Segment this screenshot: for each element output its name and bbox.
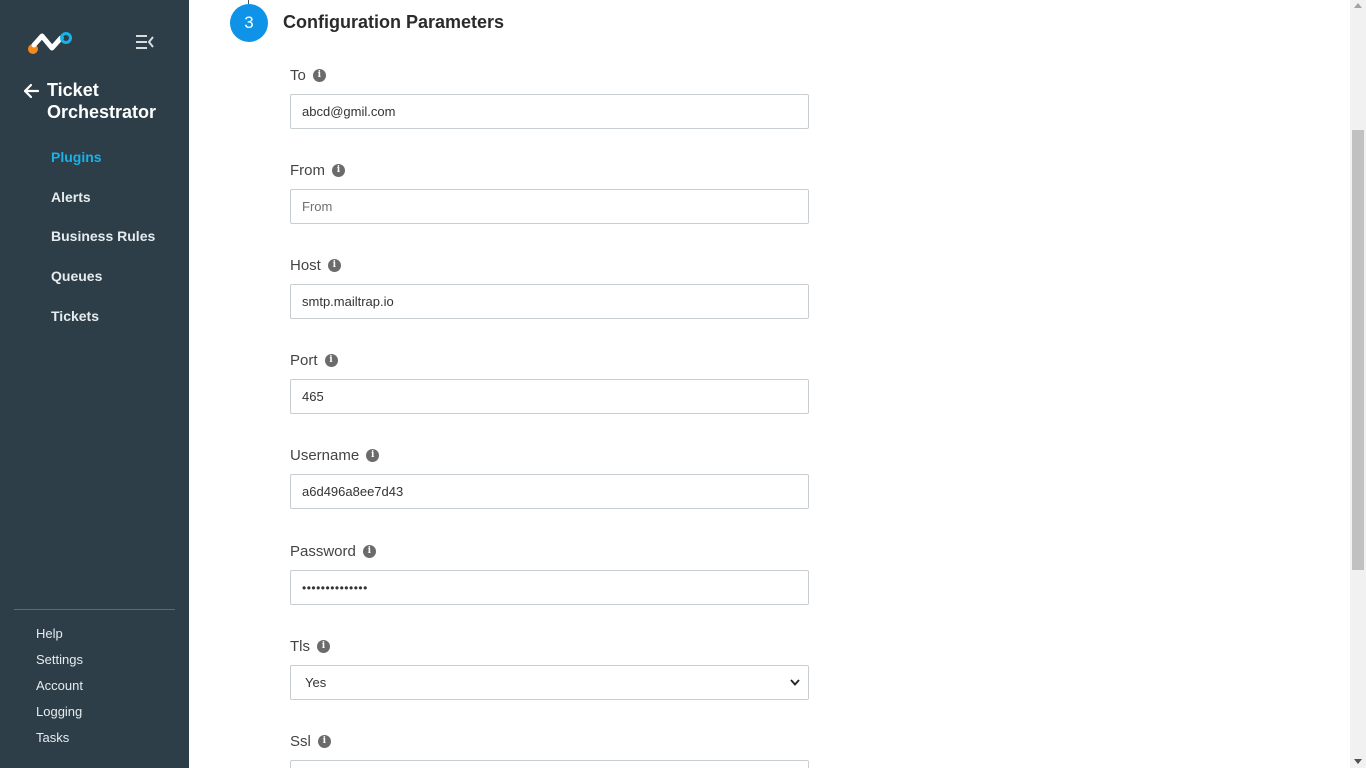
port-label: Port <box>290 351 318 369</box>
sidebar-item-logging[interactable]: Logging <box>36 704 83 730</box>
back-arrow-icon[interactable] <box>22 82 40 100</box>
section-title: Configuration Parameters <box>283 12 505 32</box>
ssl-label: Ssl <box>290 732 311 750</box>
from-field-group: From i From <box>290 160 809 224</box>
sidebar-item-tasks[interactable]: Tasks <box>36 730 83 756</box>
sidebar-item-queues[interactable]: Queues <box>51 267 155 307</box>
ssl-field-group: Ssl i <box>290 731 809 768</box>
username-label: Username <box>290 446 360 464</box>
password-input[interactable]: •••••••••••••• <box>290 570 809 605</box>
username-field-group: Username i a6d496a8ee7d43 <box>290 445 809 509</box>
sidebar-divider <box>14 609 175 610</box>
port-field-group: Port i 465 <box>290 350 809 414</box>
host-label: Host <box>290 256 321 274</box>
port-info-icon[interactable]: i <box>324 353 338 367</box>
main-content: 3 Configuration Parameters To i abcd@gmi… <box>189 0 1350 768</box>
sidebar-nav: Plugins Alerts Business Rules Queues Tic… <box>51 148 155 346</box>
tls-field-group: Tls i Yes <box>290 636 809 700</box>
sidebar-item-tickets[interactable]: Tickets <box>51 307 155 347</box>
host-field-group: Host i smtp.mailtrap.io <box>290 255 809 319</box>
to-input[interactable]: abcd@gmil.com <box>290 94 809 129</box>
sidebar-item-help[interactable]: Help <box>36 626 83 652</box>
tls-label: Tls <box>290 637 310 655</box>
from-info-icon[interactable]: i <box>332 163 345 177</box>
from-input[interactable]: From <box>290 189 809 224</box>
collapse-menu-icon[interactable] <box>136 35 154 49</box>
sidebar: Ticket Orchestrator Plugins Alerts Busin… <box>0 0 189 768</box>
tls-info-icon[interactable]: i <box>317 639 330 653</box>
port-input[interactable]: 465 <box>290 379 809 414</box>
sidebar-item-settings[interactable]: Settings <box>36 652 83 678</box>
to-info-icon[interactable]: i <box>312 68 326 82</box>
sidebar-item-alerts[interactable]: Alerts <box>51 188 155 228</box>
sidebar-item-plugins[interactable]: Plugins <box>51 148 155 188</box>
ssl-info-icon[interactable]: i <box>317 734 331 748</box>
password-field-group: Password i •••••••••••••• <box>290 541 809 605</box>
scroll-thumb[interactable] <box>1352 130 1364 570</box>
username-input[interactable]: a6d496a8ee7d43 <box>290 474 809 509</box>
tls-selected-value: Yes <box>305 675 327 690</box>
host-input[interactable]: smtp.mailtrap.io <box>290 284 809 319</box>
username-info-icon[interactable]: i <box>366 448 380 462</box>
sidebar-bottom-nav: Help Settings Account Logging Tasks <box>36 626 83 756</box>
vertical-scrollbar[interactable] <box>1350 0 1366 768</box>
scroll-down-arrow-icon[interactable] <box>1354 759 1362 764</box>
password-label: Password <box>290 542 356 560</box>
from-label: From <box>290 161 325 179</box>
sidebar-item-account[interactable]: Account <box>36 678 83 704</box>
step-number-badge: 3 <box>230 4 268 42</box>
app-logo-icon[interactable] <box>28 30 74 56</box>
to-label: To <box>290 66 306 84</box>
sidebar-item-business-rules[interactable]: Business Rules <box>51 227 155 267</box>
to-field-group: To i abcd@gmil.com <box>290 65 809 129</box>
password-info-icon[interactable]: i <box>362 544 376 558</box>
app-title: Ticket Orchestrator <box>47 80 157 122</box>
scroll-up-arrow-icon[interactable] <box>1354 3 1362 8</box>
chevron-down-icon <box>790 679 800 686</box>
back-title: Ticket Orchestrator <box>22 79 177 123</box>
ssl-select[interactable] <box>290 760 809 768</box>
tls-select[interactable]: Yes <box>290 665 809 700</box>
host-info-icon[interactable]: i <box>327 258 341 272</box>
